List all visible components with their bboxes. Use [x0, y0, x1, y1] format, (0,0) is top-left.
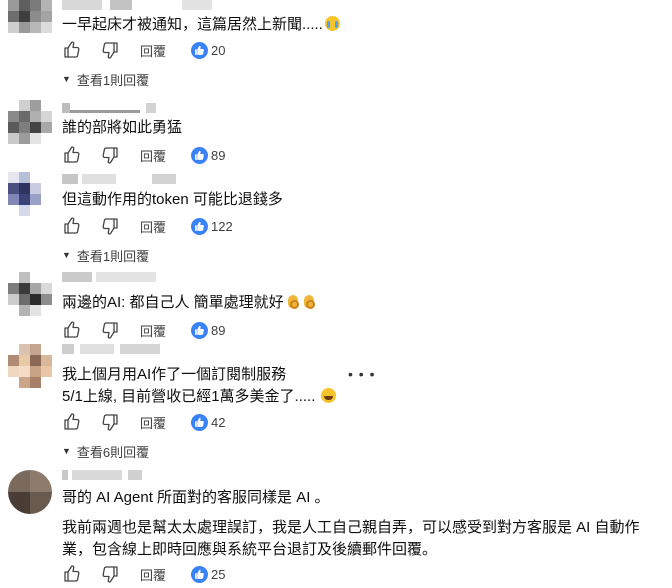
like-badge-icon [191, 217, 208, 235]
avatar[interactable] [8, 470, 52, 514]
thumbs-up-icon [64, 413, 80, 430]
crying-face-icon [324, 16, 340, 31]
thumbs-up-icon [64, 565, 80, 582]
like-badge-icon [191, 41, 208, 59]
comment-text-line: 5/1上線, 目前營收已經1萬多美金了..... [62, 388, 316, 405]
view-replies-label: 查看6則回覆 [76, 444, 150, 460]
like-badge-icon [191, 146, 208, 164]
like-count-value: 89 [211, 322, 226, 338]
comment-text-line: 兩邊的AI: 都自己人 簡單處理就好 [62, 294, 284, 311]
view-replies-button[interactable]: ▼ 查看1則回覆 [62, 246, 149, 264]
like-count-value: 89 [211, 147, 226, 163]
comment-text-paragraph: 我前兩週也是幫太太處理誤訂，我是人工自己親自弄，可以感受到對方客服是 AI 自動… [62, 519, 640, 558]
like-button[interactable] [62, 320, 82, 340]
chevron-down-icon: ▼ [62, 250, 71, 260]
reply-button[interactable]: 回覆 [140, 145, 166, 165]
like-count-value: 25 [211, 566, 226, 582]
author-name[interactable] [62, 272, 262, 282]
like-count: 89 [191, 320, 225, 340]
reply-button[interactable]: 回覆 [140, 40, 166, 60]
chevron-down-icon: ▼ [62, 74, 71, 84]
comment-actions: 回覆 20 [62, 40, 362, 60]
comment-actions: 回覆 25 [62, 564, 362, 584]
thumbs-down-icon [102, 322, 118, 339]
reply-button[interactable]: 回覆 [140, 216, 166, 236]
view-replies-label: 查看1則回覆 [76, 248, 150, 264]
thumbs-up-icon [64, 41, 80, 58]
like-count-value: 20 [211, 42, 226, 58]
thumbs-up-icon [64, 321, 80, 338]
avatar[interactable] [8, 0, 52, 36]
like-count: 25 [191, 564, 225, 584]
thumbs-down-icon [102, 566, 118, 583]
avatar[interactable] [8, 172, 52, 216]
like-button[interactable] [62, 564, 82, 584]
thumbs-up-icon [64, 217, 80, 234]
comment-text-line: 誰的部將如此勇猛 [62, 119, 183, 136]
like-count-value: 122 [211, 218, 233, 234]
like-badge-icon [191, 321, 208, 339]
chevron-down-icon: ▼ [62, 446, 71, 456]
comment-text: 哥的 AI Agent 所面對的客服同樣是 AI 。 [62, 487, 330, 509]
author-name[interactable] [62, 470, 262, 480]
dislike-button[interactable] [100, 40, 120, 60]
author-name[interactable] [62, 0, 262, 10]
like-count: 89 [191, 145, 225, 165]
comment-text: 一早起床才被通知，這篇居然上新聞..... [62, 14, 340, 36]
dislike-button[interactable] [100, 145, 120, 165]
author-name[interactable] [62, 174, 262, 184]
thumbs-down-icon [102, 147, 118, 164]
view-replies-button[interactable]: ▼ 查看6則回覆 [62, 442, 149, 460]
reply-button[interactable]: 回覆 [140, 564, 166, 584]
like-count: 122 [191, 216, 233, 236]
comment-text: 我上個月用AI作了一個訂閱制服務 5/1上線, 目前營收已經1萬多美金了....… [62, 364, 337, 408]
comment-text-line: 我上個月用AI作了一個訂閱制服務 [62, 366, 287, 383]
thumbs-down-icon [102, 42, 118, 59]
comment-text: 誰的部將如此勇猛 [62, 117, 182, 139]
thumbs-down-icon [102, 414, 118, 431]
dislike-button[interactable] [100, 320, 120, 340]
like-count-value: 42 [211, 414, 226, 430]
comment-text-line: 但這動作用的token 可能比退錢多 [62, 191, 283, 208]
dislike-button[interactable] [100, 216, 120, 236]
avatar[interactable] [8, 100, 52, 144]
thumbs-down-icon [102, 218, 118, 235]
thumbs-up-icon [64, 146, 80, 163]
ok-hand-icon [286, 294, 300, 309]
avatar[interactable] [8, 344, 52, 388]
like-button[interactable] [62, 412, 82, 432]
author-name[interactable] [62, 103, 262, 113]
view-replies-button[interactable]: ▼ 查看1則回覆 [62, 70, 149, 88]
dislike-button[interactable] [100, 564, 120, 584]
ok-hand-icon [302, 294, 316, 309]
like-button[interactable] [62, 40, 82, 60]
comment-text-line: 一早起床才被通知，這篇居然上新聞..... [62, 16, 323, 33]
more-dots-icon[interactable]: • • • [348, 366, 375, 382]
avatar[interactable] [8, 272, 52, 316]
like-button[interactable] [62, 145, 82, 165]
comment-actions: 回覆 122 [62, 216, 362, 236]
like-badge-icon [191, 413, 208, 431]
like-badge-icon [191, 565, 208, 583]
comment-text: 兩邊的AI: 都自己人 簡單處理就好 [62, 292, 316, 314]
laughing-face-icon [321, 388, 337, 403]
comment-text-line: 哥的 AI Agent 所面對的客服同樣是 AI 。 [62, 489, 330, 506]
like-count: 20 [191, 40, 225, 60]
comment-actions: 回覆 89 [62, 320, 362, 340]
like-button[interactable] [62, 216, 82, 236]
view-replies-label: 查看1則回覆 [76, 72, 150, 88]
author-name[interactable] [62, 344, 262, 354]
reply-button[interactable]: 回覆 [140, 320, 166, 340]
dislike-button[interactable] [100, 412, 120, 432]
comment-actions: 回覆 42 [62, 412, 362, 432]
comment-text: 但這動作用的token 可能比退錢多 [62, 189, 283, 211]
comment-actions: 回覆 89 [62, 145, 362, 165]
reply-button[interactable]: 回覆 [140, 412, 166, 432]
like-count: 42 [191, 412, 225, 432]
